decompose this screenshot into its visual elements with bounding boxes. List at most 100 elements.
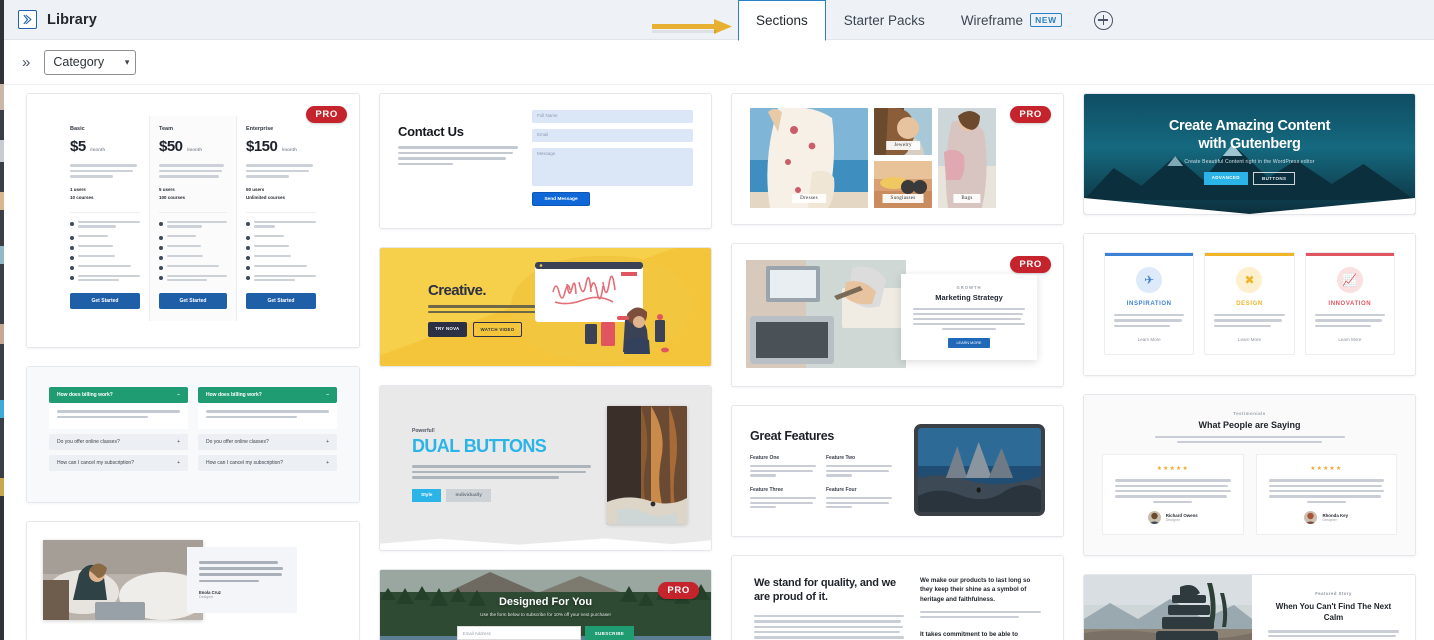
template-card-pricing[interactable]: PRO Basic $5 /month 1 users 10 courses G…: [26, 93, 360, 349]
page-title: Library: [47, 11, 97, 28]
message-field[interactable]: Message: [532, 148, 693, 186]
template-grid[interactable]: PRO Basic $5 /month 1 users 10 courses G…: [0, 85, 1434, 640]
plan-price: $50: [159, 138, 183, 155]
avatar: [1147, 510, 1161, 524]
pricing-plan: Team $50 /month 5 users 100 courses Get …: [149, 116, 237, 322]
quote-photo: [43, 540, 203, 621]
template-card-image-quote[interactable]: Enola Cruz Designer: [26, 521, 360, 640]
testimonial-text: [1115, 479, 1231, 503]
template-card-great-features[interactable]: Great Features Feature One Feature Two F…: [731, 405, 1064, 537]
plan-courses: 100 courses: [159, 195, 186, 201]
fashion-cell: Sunglasses: [874, 161, 932, 208]
template-card-testimonials[interactable]: Testimonials What People are Saying ★★★★…: [1083, 394, 1416, 556]
plan-period: /month: [281, 147, 297, 152]
plan-features: [70, 211, 140, 284]
feature-title: Feature One: [750, 455, 780, 462]
chart-icon: 📈: [1336, 267, 1363, 293]
featured-story-heading: When You Can't Find The Next Calm: [1275, 601, 1392, 623]
category-select-label: Category: [53, 55, 105, 69]
featured-story-text: [1268, 630, 1399, 640]
faq-item: How can I cancel my subscription? +: [49, 455, 188, 472]
quality-body: [754, 615, 904, 640]
template-card-three-features[interactable]: ✈ INSPIRATION Learn More ✖ DESIGN Learn …: [1083, 233, 1416, 377]
plan-period: /month: [186, 147, 202, 152]
tab-sections[interactable]: Sections: [738, 0, 826, 41]
template-card-contact[interactable]: Contact Us Full Name Email Message Send …: [379, 93, 712, 229]
learn-more-button: LEARN MORE: [948, 337, 990, 348]
testimonials-sub: [1154, 436, 1345, 444]
feature-title: Feature Four: [826, 487, 857, 493]
avatar: [1304, 510, 1318, 524]
plan-users: 50 users: [246, 186, 265, 192]
chevron-double-right-icon[interactable]: »: [22, 55, 30, 70]
email-field[interactable]: Email: [532, 129, 693, 142]
feature-card-title: INNOVATION: [1328, 301, 1372, 307]
feature-title: Feature Two: [826, 455, 856, 462]
testimonials-heading: What People are Saying: [1198, 420, 1301, 431]
header-tabs: Sections Starter Packs Wireframe NEW: [738, 0, 1127, 41]
plan-cta-button: Get Started: [159, 293, 227, 310]
testimonial-role: Designer: [1322, 517, 1337, 522]
gutenberg-heading-line1: Create Amazing Content: [1168, 118, 1331, 134]
template-card-creative[interactable]: Creative. TRY NOVA WATCH VIDEO: [379, 247, 712, 367]
feature-card-text: [1214, 314, 1285, 328]
fashion-label: Sunglasses: [882, 194, 924, 203]
faq-item: Do you offer online classes? +: [198, 434, 337, 451]
feature-card-title: INSPIRATION: [1126, 301, 1172, 307]
app-header: Library Sections Starter Packs Wireframe…: [0, 0, 1434, 41]
quality-subsection: We make our products to last long so the…: [920, 576, 1041, 619]
template-card-featured-story[interactable]: Featured Story When You Can't Find The N…: [1083, 573, 1416, 640]
send-message-button: Send Message: [532, 192, 590, 206]
plan-cta-button: Get Started: [70, 293, 140, 310]
plan-description: [70, 164, 140, 178]
plan-courses: 10 courses: [70, 195, 94, 201]
feature-item: Feature Two: [826, 455, 892, 479]
category-select[interactable]: Category ▾: [44, 49, 137, 75]
faq-open-question: How does billing work? –: [198, 387, 337, 404]
template-card-fashion-grid[interactable]: PRO Dresses Jewelry Sunglasses Bags: [731, 93, 1064, 225]
feature-card: ✈ INSPIRATION Learn More: [1104, 252, 1195, 356]
template-card-quality[interactable]: We stand for quality, and we are proud o…: [731, 555, 1064, 640]
tab-wireframe-label: Wireframe: [960, 12, 1024, 28]
plus-icon: +: [326, 439, 329, 446]
feature-item: Feature One: [750, 455, 816, 479]
feature-card-title: DESIGN: [1236, 301, 1263, 307]
plus-circle-icon: [1093, 10, 1113, 30]
email-input[interactable]: Email Address: [456, 626, 581, 640]
pro-badge: PRO: [658, 582, 699, 599]
tab-sections-label: Sections: [756, 13, 808, 28]
learn-more-link: Learn More: [1237, 337, 1261, 343]
pro-badge: PRO: [306, 106, 347, 123]
plan-meta: 1 users 10 courses: [70, 186, 140, 203]
gutenberg-sub: Create Beautiful Content right in the Wo…: [1184, 159, 1315, 166]
featured-story-kicker: Featured Story: [1315, 590, 1352, 596]
add-new-button[interactable]: [1080, 0, 1127, 40]
grid-column-2: Contact Us Full Name Email Message Send …: [379, 93, 712, 640]
plus-icon: +: [177, 460, 180, 467]
learn-more-link: Learn More: [1137, 337, 1161, 343]
advanced-button: ADVANCED: [1203, 172, 1248, 186]
plan-meta: 50 users Unlimited courses: [246, 186, 316, 203]
feature-card: ✖ DESIGN Learn More: [1204, 252, 1295, 356]
template-card-gutenberg-hero[interactable]: Create Amazing Content with Gutenberg Cr…: [1083, 93, 1416, 215]
faq-answer: [49, 403, 188, 430]
feature-item: Feature Four: [826, 487, 892, 511]
plan-description: [246, 164, 316, 178]
paper-plane-icon: ✈: [1136, 267, 1163, 293]
template-card-marketing-strategy[interactable]: PRO GROWTH Marketing Strategy LEARN MORE: [731, 243, 1064, 387]
tools-icon: ✖: [1236, 267, 1263, 293]
quality-heading: We stand for quality, and we are proud o…: [754, 577, 896, 604]
faq-question-label: Do you offer online classes?: [206, 439, 269, 446]
individually-button: Individually: [446, 488, 491, 502]
template-card-newsletter[interactable]: PRO Designed For You Use the form below …: [379, 569, 712, 640]
plan-description: [159, 164, 227, 178]
tab-wireframe[interactable]: Wireframe NEW: [943, 0, 1080, 40]
tab-starter-packs[interactable]: Starter Packs: [826, 0, 943, 40]
tab-starter-packs-label: Starter Packs: [843, 12, 925, 28]
testimonial-role: Designer: [1165, 517, 1181, 522]
template-card-dual-buttons[interactable]: Powerful! DUAL BUTTONS Style Individuall…: [379, 385, 712, 551]
full-name-field[interactable]: Full Name: [532, 110, 693, 123]
template-card-faq[interactable]: How does billing work? – Do you offer on…: [26, 366, 360, 504]
plus-icon: +: [326, 460, 329, 467]
marketing-heading: Marketing Strategy: [935, 293, 1003, 302]
